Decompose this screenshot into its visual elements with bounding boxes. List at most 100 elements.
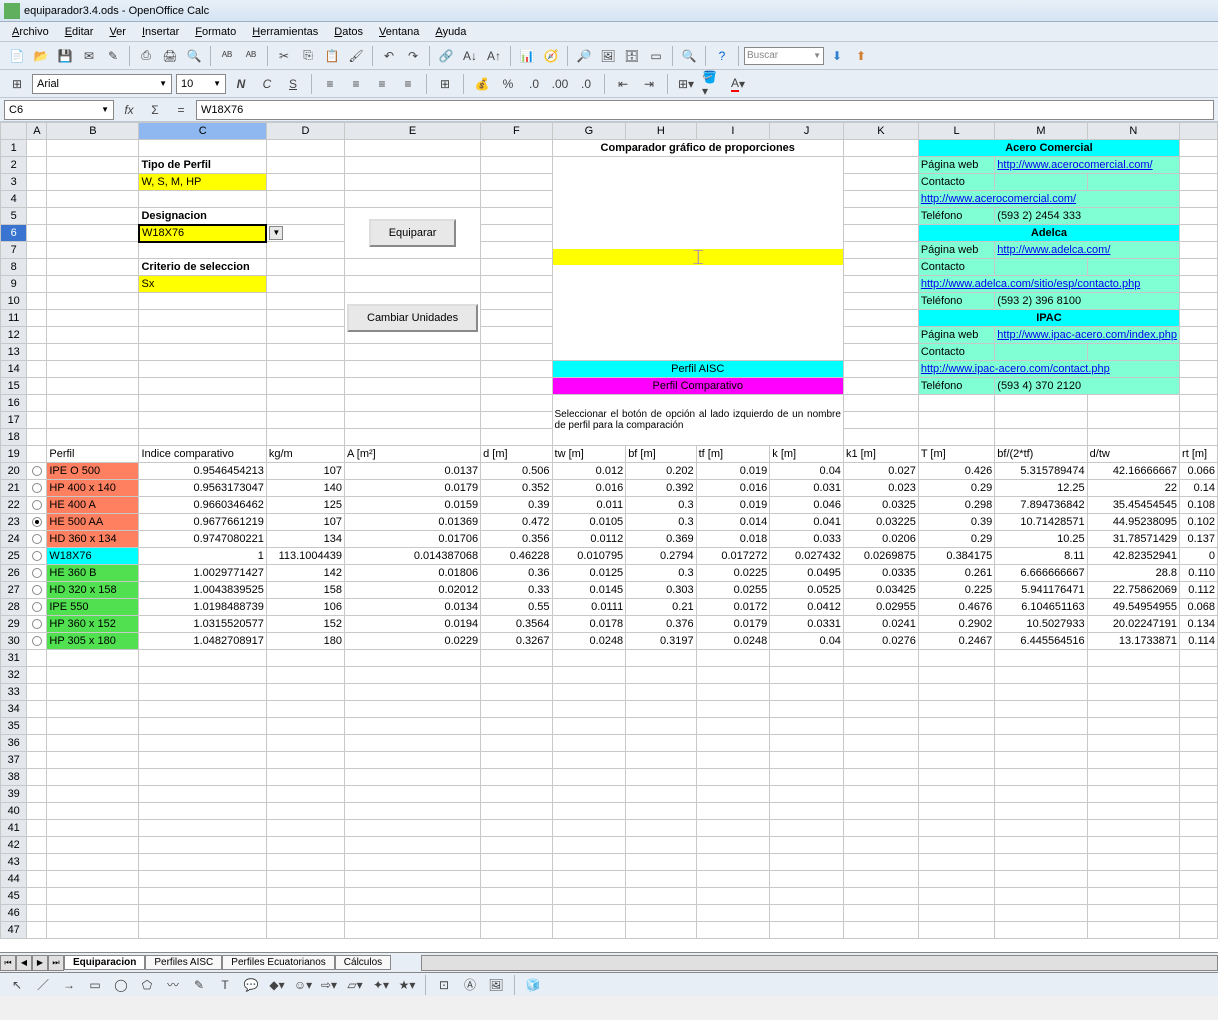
row-header-31[interactable]: 31 [1,650,27,667]
row-header-16[interactable]: 16 [1,395,27,412]
shapes-icon[interactable]: ◆▾ [266,974,288,996]
align-justify-icon[interactable]: ≡ [397,73,419,95]
freeform-icon[interactable]: ✎ [188,974,210,996]
row-header-3[interactable]: 3 [1,174,27,191]
menu-ayuda[interactable]: Ayuda [429,24,472,40]
row-header-18[interactable]: 18 [1,429,27,446]
radio-24[interactable] [27,531,47,548]
bgcolor-icon[interactable]: 🪣▾ [701,73,723,95]
nav-icon[interactable]: 🧭 [540,45,562,67]
points-icon[interactable]: ⊡ [433,974,455,996]
row-header-37[interactable]: 37 [1,752,27,769]
add-decimal-icon[interactable]: .00 [549,73,571,95]
search-down-icon[interactable]: ⬇ [826,45,848,67]
sheet-tab-1[interactable]: Perfiles AISC [145,955,222,970]
font-name-combo[interactable]: Arial▼ [32,74,172,94]
search-input[interactable]: Buscar▼ [744,47,824,65]
col-header-J[interactable]: J [770,123,844,140]
row-header-9[interactable]: 9 [1,276,27,293]
find-icon[interactable]: 🔎 [573,45,595,67]
arrow-icon[interactable]: → [58,974,80,996]
row-header-7[interactable]: 7 [1,242,27,259]
company-1-web[interactable]: http://www.adelca.com/ [995,242,1180,259]
row-header-46[interactable]: 46 [1,905,27,922]
fontcolor-icon[interactable]: A▾ [727,73,749,95]
radio-25[interactable] [27,548,47,565]
row-header-6[interactable]: 6 [1,225,27,242]
name-box[interactable]: C6▼ [4,100,114,120]
equals-icon[interactable]: = [170,99,192,121]
remove-decimal-icon[interactable]: .0 [575,73,597,95]
row-header-23[interactable]: 23 [1,514,27,531]
sum-icon[interactable]: Σ [144,99,166,121]
percent-icon[interactable]: % [497,73,519,95]
row-header-40[interactable]: 40 [1,803,27,820]
row-header-14[interactable]: 14 [1,361,27,378]
row-header-4[interactable]: 4 [1,191,27,208]
row-header-34[interactable]: 34 [1,701,27,718]
brush-icon[interactable]: 🖌 [345,45,367,67]
designacion-dropdown[interactable]: ▼ [269,226,283,240]
ellipse-icon[interactable]: ◯ [110,974,132,996]
company-2-web[interactable]: http://www.ipac-acero.com/index.php [995,327,1180,344]
zoom-icon[interactable]: 🔍 [678,45,700,67]
menu-archivo[interactable]: Archivo [6,24,55,40]
radio-22[interactable] [27,497,47,514]
fontwork-icon[interactable]: Ⓐ [459,974,481,996]
gallery-icon[interactable]: 🖼 [597,45,619,67]
row-header-30[interactable]: 30 [1,633,27,650]
row-header-19[interactable]: 19 [1,446,27,463]
menu-datos[interactable]: Datos [328,24,369,40]
row-header-24[interactable]: 24 [1,531,27,548]
menu-insertar[interactable]: Insertar [136,24,185,40]
stars-icon[interactable]: ★▾ [396,974,418,996]
row-header-45[interactable]: 45 [1,888,27,905]
menu-formato[interactable]: Formato [189,24,242,40]
radio-20[interactable] [27,463,47,480]
open-icon[interactable]: 📂 [30,45,52,67]
col-header-E[interactable]: E [345,123,481,140]
sheet-tab-2[interactable]: Perfiles Ecuatorianos [222,955,335,970]
row-header-8[interactable]: 8 [1,259,27,276]
row-header-41[interactable]: 41 [1,820,27,837]
copy-icon[interactable]: ⎘ [297,45,319,67]
undo-icon[interactable]: ↶ [378,45,400,67]
row-header-11[interactable]: 11 [1,310,27,327]
col-header-L[interactable]: L [918,123,994,140]
radio-23[interactable] [27,514,47,531]
row-header-22[interactable]: 22 [1,497,27,514]
row-header-29[interactable]: 29 [1,616,27,633]
row-header-1[interactable]: 1 [1,140,27,157]
row-header-25[interactable]: 25 [1,548,27,565]
col-header-G[interactable]: G [552,123,626,140]
row-header-32[interactable]: 32 [1,667,27,684]
tab-prev-icon[interactable]: ◀ [16,955,32,971]
paste-icon[interactable]: 📋 [321,45,343,67]
extrude-icon[interactable]: 🧊 [522,974,544,996]
row-header-12[interactable]: 12 [1,327,27,344]
print-icon[interactable]: 🖨 [159,45,181,67]
row-header-27[interactable]: 27 [1,582,27,599]
redo-icon[interactable]: ↷ [402,45,424,67]
row-header-21[interactable]: 21 [1,480,27,497]
underline-icon[interactable]: S [282,73,304,95]
window-icon[interactable]: ▭ [645,45,667,67]
callout-icon[interactable]: 💬 [240,974,262,996]
curve-icon[interactable]: 〰 [162,974,184,996]
formula-input[interactable]: W18X76 [196,100,1214,120]
row-header-43[interactable]: 43 [1,854,27,871]
number-icon[interactable]: .0 [523,73,545,95]
row-header-15[interactable]: 15 [1,378,27,395]
text-icon[interactable]: T [214,974,236,996]
radio-28[interactable] [27,599,47,616]
row-header-26[interactable]: 26 [1,565,27,582]
row-header-17[interactable]: 17 [1,412,27,429]
merge-icon[interactable]: ⊞ [434,73,456,95]
chart-icon[interactable]: 📊 [516,45,538,67]
link-icon[interactable]: 🔗 [435,45,457,67]
symbol-icon[interactable]: ☺▾ [292,974,314,996]
company-2-contact-url[interactable]: http://www.ipac-acero.com/contact.php [918,361,1179,378]
autospell-icon[interactable]: ᴬᴮ [240,45,262,67]
spreadsheet-area[interactable]: ABCDEFGHIJKLMN1Comparador gráfico de pro… [0,122,1218,952]
fx-icon[interactable]: fx [118,99,140,121]
